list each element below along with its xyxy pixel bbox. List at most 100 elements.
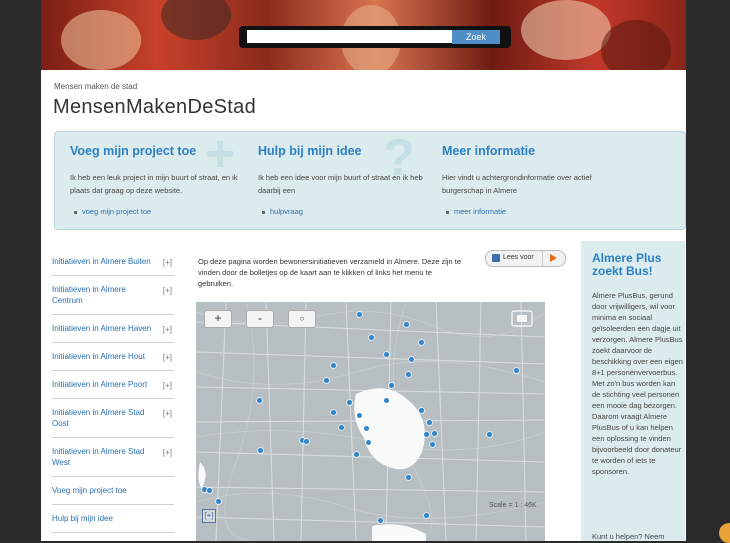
info-panel: + ? Voeg mijn project toe Ik heb een leu…	[54, 125, 686, 230]
info-title-more: Meer informatie	[442, 144, 536, 158]
zoom-out-button[interactable]: -	[246, 310, 274, 328]
search-input[interactable]	[247, 30, 455, 43]
expand-toggle[interactable]: [+]	[163, 257, 172, 268]
news-title[interactable]: Almere Plus zoekt Bus!	[592, 252, 682, 278]
map-marker[interactable]	[383, 397, 389, 403]
more-info-link-label: meer informatie	[454, 207, 507, 216]
header-banner: Zoek	[41, 0, 686, 70]
news-panel: Almere Plus zoekt Bus! Almere PlusBus, g…	[581, 241, 685, 541]
map-marker[interactable]	[368, 334, 374, 340]
search-bar: Zoek	[239, 26, 511, 48]
info-title-help: Hulp bij mijn idee	[258, 144, 362, 158]
map-marker[interactable]	[356, 412, 362, 418]
map-marker[interactable]	[356, 311, 362, 317]
bullet-icon	[74, 210, 77, 214]
map-marker[interactable]	[408, 356, 414, 362]
expand-toggle[interactable]: [+]	[163, 380, 172, 391]
help-request-link-label: hulpvraag	[270, 207, 303, 216]
sidebar-item-stad-oost[interactable]: Initiatieven in Almere Stad Oost [+]	[52, 399, 174, 438]
map-marker[interactable]	[486, 431, 492, 437]
overview-toggle[interactable]: [+]	[202, 509, 216, 523]
sidebar-item-label: Initiatieven in Almere Hout	[52, 352, 145, 361]
news-text: Almere PlusBus, gerund door vrijwilliger…	[592, 291, 683, 476]
search-button[interactable]: Zoek	[452, 30, 500, 44]
sidebar-item-label: Initiatieven in Almere Centrum	[52, 285, 126, 305]
map-marker[interactable]	[303, 438, 309, 444]
sidebar-item-add-project[interactable]: Voeg mijn project toe	[52, 477, 174, 505]
sidebar-item-stad-west[interactable]: Initiatieven in Almere Stad West [+]	[52, 438, 174, 477]
sidebar-item-label: Initiatieven in Almere Haven	[52, 324, 152, 333]
map-marker[interactable]	[346, 399, 352, 405]
layers-icon[interactable]	[510, 309, 534, 328]
read-aloud-button[interactable]: Lees voor	[485, 250, 566, 267]
sidebar-item-hout[interactable]: Initiatieven in Almere Hout [+]	[52, 343, 174, 371]
map-marker[interactable]	[363, 425, 369, 431]
map-marker[interactable]	[330, 409, 336, 415]
map-marker[interactable]	[418, 339, 424, 345]
page: Zoek Mensen maken de stad MensenMakenDeS…	[41, 0, 686, 541]
sidebar-item-haven[interactable]: Initiatieven in Almere Haven [+]	[52, 315, 174, 343]
breadcrumb[interactable]: Mensen maken de stad	[54, 82, 137, 91]
add-project-link-label: voeg mijn project toe	[82, 207, 152, 216]
map-marker[interactable]	[365, 439, 371, 445]
map-scale: Scale = 1 : 46K	[489, 502, 537, 509]
map-marker[interactable]	[330, 362, 336, 368]
expand-toggle[interactable]: [+]	[163, 408, 172, 419]
map-marker[interactable]	[353, 451, 359, 457]
intro-text: Op deze pagina worden bewonersinitiatiev…	[198, 257, 462, 288]
speaker-icon	[492, 254, 500, 262]
map-marker[interactable]	[426, 419, 432, 425]
expand-toggle[interactable]: [+]	[163, 324, 172, 335]
map-marker[interactable]	[431, 430, 437, 436]
read-aloud-label: Lees voor	[503, 254, 534, 261]
map-marker[interactable]	[206, 487, 212, 493]
map-marker[interactable]	[201, 486, 207, 492]
map-marker[interactable]	[418, 407, 424, 413]
map-marker[interactable]	[429, 441, 435, 447]
expand-toggle[interactable]: [+]	[163, 285, 172, 296]
home-button[interactable]: ○	[288, 310, 316, 328]
feedback-tab-icon[interactable]	[719, 523, 730, 543]
sidebar-item-label: Voeg mijn project toe	[52, 486, 127, 495]
sidebar-item-label: Initiatieven in Almere Poort	[52, 380, 148, 389]
add-project-link[interactable]: voeg mijn project toe	[74, 207, 151, 216]
bullet-icon	[262, 210, 265, 214]
sidebar-item-buiten[interactable]: Initiatieven in Almere Buiten [+]	[52, 248, 174, 276]
layers-icon-graphic	[511, 310, 533, 327]
sidebar-item-label: Hulp bij mijn idee	[52, 514, 113, 523]
sidebar-item-centrum[interactable]: Initiatieven in Almere Centrum [+]	[52, 276, 174, 315]
map-marker[interactable]	[403, 321, 409, 327]
sidebar-item-label: Initiatieven in Almere Stad West	[52, 447, 145, 467]
sidebar-item-help-idea[interactable]: Hulp bij mijn idee	[52, 505, 174, 533]
map-marker[interactable]	[377, 517, 383, 523]
map-marker[interactable]	[388, 382, 394, 388]
expand-toggle[interactable]: [+]	[163, 447, 172, 458]
map-marker[interactable]	[423, 512, 429, 518]
bullet-icon	[446, 210, 449, 214]
sidebar-item-poort[interactable]: Initiatieven in Almere Poort [+]	[52, 371, 174, 399]
sidebar-item-label: Initiatieven in Almere Stad Oost	[52, 408, 145, 428]
zoom-in-button[interactable]: +	[204, 310, 232, 328]
sidebar-item-label: Initiatieven in Almere Buiten	[52, 257, 151, 266]
map-marker[interactable]	[383, 351, 389, 357]
map-marker[interactable]	[423, 431, 429, 437]
news-text-continued: Kunt u helpen? Neem	[592, 532, 665, 541]
map-marker[interactable]	[405, 371, 411, 377]
map-marker[interactable]	[257, 447, 263, 453]
map-marker[interactable]	[405, 474, 411, 480]
help-request-link[interactable]: hulpvraag	[262, 207, 303, 216]
map-marker[interactable]	[323, 377, 329, 383]
sidebar-menu: Initiatieven in Almere Buiten [+] Initiat…	[52, 248, 174, 533]
city-map[interactable]: + - ○ Scale = 1 : 46K [+]	[196, 302, 545, 541]
info-desc-more: Hier vindt u achtergrondinformatie over …	[442, 173, 592, 195]
map-marker[interactable]	[338, 424, 344, 430]
more-info-link[interactable]: meer informatie	[446, 207, 506, 216]
info-title-add: Voeg mijn project toe	[70, 144, 197, 158]
expand-toggle[interactable]: [+]	[163, 352, 172, 363]
map-marker[interactable]	[513, 367, 519, 373]
map-marker[interactable]	[215, 498, 221, 504]
info-desc-add: Ik heb een leuk project in mijn buurt of…	[70, 173, 238, 195]
page-title: MensenMakenDeStad	[53, 96, 256, 118]
divider	[542, 251, 543, 266]
map-marker[interactable]	[256, 397, 262, 403]
